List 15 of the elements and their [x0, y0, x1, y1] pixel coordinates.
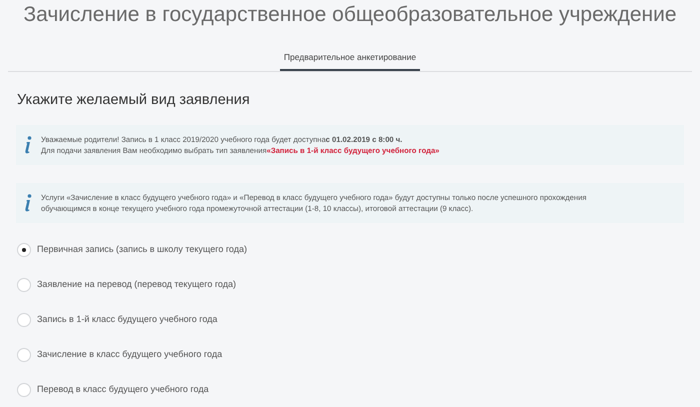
option-label: Перевод в класс будущего учебного года — [37, 383, 209, 396]
page-title: Зачисление в государственное общеобразовательное учреждение — [23, 2, 677, 28]
option-label: Зачисление в класс будущего учебного года — [37, 348, 222, 362]
section-heading: Укажите желаемый вид заявления — [17, 90, 251, 110]
info-icon — [24, 194, 32, 212]
radio-button[interactable] — [17, 383, 31, 397]
option-label: Заявление на перевод (перевод текущего года) — [37, 278, 236, 292]
option-label: Первичная запись (запись в школу текущего года) — [37, 243, 247, 256]
radio-button[interactable] — [17, 243, 31, 257]
radio-button[interactable] — [17, 278, 31, 292]
option-label: Запись в 1-й класс будущего учебного года — [37, 313, 218, 326]
info-icon — [24, 136, 32, 154]
radio-button[interactable] — [17, 313, 31, 327]
tab[interactable]: Предварительное анкетирование — [280, 51, 420, 71]
radio-button[interactable] — [17, 348, 31, 362]
